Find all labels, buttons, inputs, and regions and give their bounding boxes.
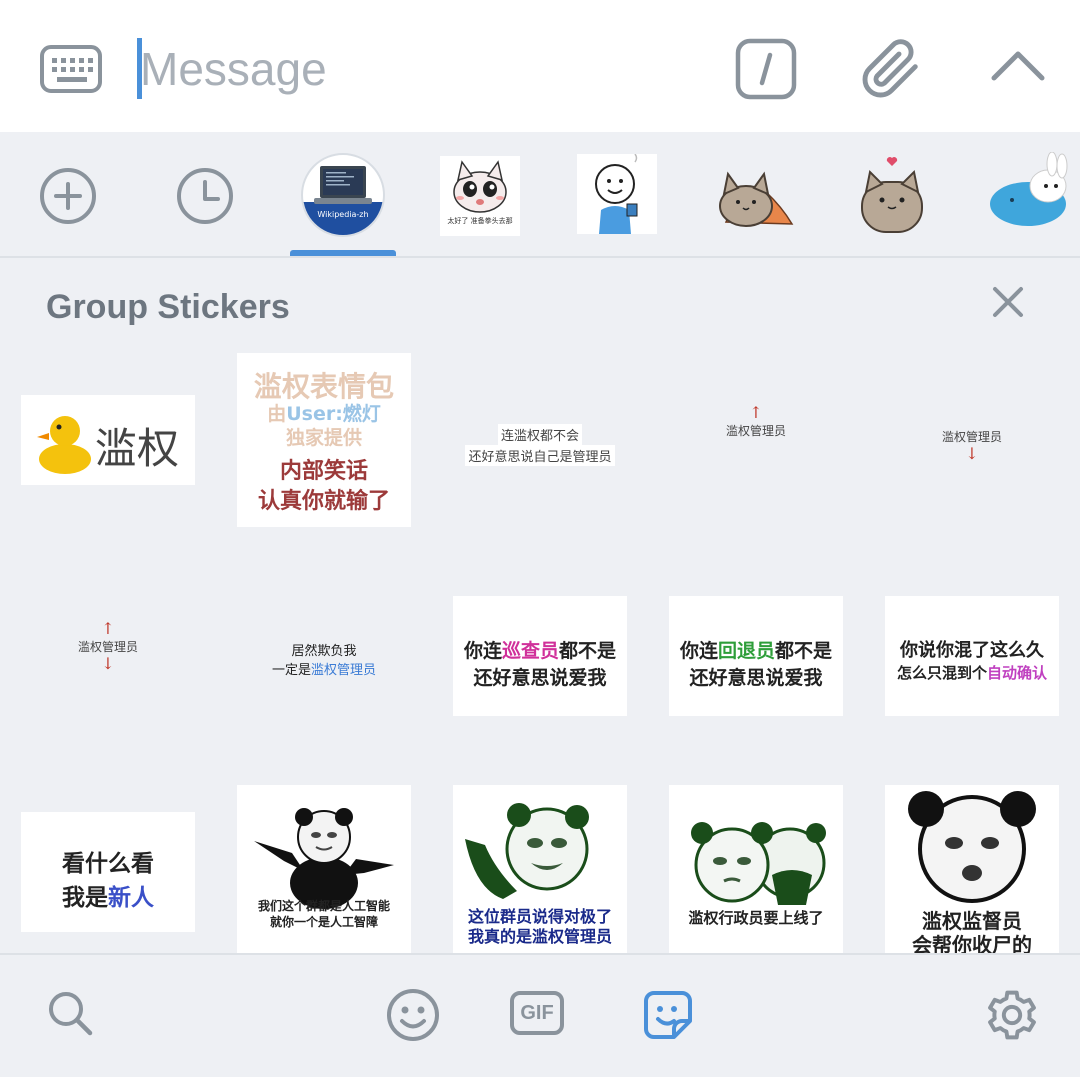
arrow-down-glyph: ↓ — [965, 444, 979, 463]
sticker-cant-abuse[interactable]: 连滥权都不会 还好意思说自己是管理员 — [453, 424, 627, 466]
group-stickers-tab[interactable]: Wikipedia-zh — [300, 152, 386, 238]
active-tab-indicator — [290, 250, 396, 256]
sticker-line: 我是新人 — [21, 878, 195, 912]
sticker-line: 怎么只混到个自动确认 — [885, 662, 1059, 683]
sticker-line: 我们这个群都是人工智能 — [257, 899, 390, 913]
sticker-line: 连滥权都不会 — [497, 424, 582, 445]
sticker-admin-arrow-up[interactable]: ↑ 滥权管理员 — [669, 404, 843, 439]
shocked-cat-sticker — [453, 160, 507, 213]
sticker-line: 你连巡查员都不是 — [453, 636, 627, 663]
sticker-line-part: 我是 — [62, 885, 108, 911]
sticker-autoconfirmed[interactable]: 你说你混了这么久 怎么只混到个自动确认 — [885, 596, 1059, 716]
sticker-line: 看什么看 — [62, 851, 154, 877]
sticker-line: 会帮你收尸的 — [912, 933, 1032, 953]
sticker-line: 滥权管理员 — [725, 424, 786, 438]
cat-sticker-caption: 太好了 准备拳头去那 — [447, 217, 513, 225]
sticker-line: 我真的是滥权管理员 — [467, 927, 612, 946]
sticker-patroller[interactable]: 你连巡查员都不是 还好意思说爱我 — [453, 596, 627, 716]
chevron-up-icon[interactable] — [988, 46, 1048, 91]
plus-circle-icon — [40, 168, 96, 224]
sticker-lanquan-pack-credit[interactable]: 滥权表情包 由User:燃灯 独家提供 内部笑话 认真你就输了 — [237, 353, 411, 527]
sticker-line: 内部笑话 — [279, 459, 368, 484]
sticker-bullied[interactable]: 居然欺负我 一定是滥权管理员 — [237, 640, 411, 678]
message-bar: Message — [0, 0, 1080, 132]
sticker-line-part: 巡查员 — [501, 640, 559, 662]
sticker-line-part: 你连 — [463, 640, 502, 662]
rubber-duck-image — [37, 416, 91, 474]
sticker-line-part: 一定是 — [271, 663, 311, 678]
pusheen-cape-pack-tab[interactable] — [712, 152, 796, 236]
gear-icon[interactable] — [984, 987, 1040, 1048]
search-icon[interactable] — [46, 989, 96, 1044]
sticker-panda-agree[interactable]: 这位群员说得对极了 我真的是滥权管理员 — [453, 785, 627, 953]
gif-label: GIF — [520, 1002, 554, 1024]
emoji-panel-bottom-bar: GIF — [0, 953, 1080, 1077]
panda-meme-image — [254, 808, 394, 909]
sticker-line-part: 由 — [267, 403, 287, 425]
sticker-line: 还好意思说爱我 — [689, 667, 823, 689]
sticker-line: 独家提供 — [285, 427, 362, 449]
arrow-up-glyph: ↑ — [749, 403, 763, 422]
active-pack-label: Wikipedia-zh — [317, 210, 369, 219]
close-icon[interactable] — [990, 284, 1026, 325]
cat-pack-tab[interactable]: 太好了 准备拳头去那 — [440, 156, 520, 236]
doodle-pack-tab[interactable] — [577, 153, 657, 234]
sticker-line-part: User:燃灯 — [286, 403, 381, 425]
sticker-line: 滥权行政员要上线了 — [688, 909, 824, 927]
sticker-line-part: 你连 — [679, 640, 718, 662]
sticker-line: 一定是滥权管理员 — [237, 659, 411, 678]
sticker-newbie[interactable]: 看什么看 我是新人 — [21, 812, 195, 932]
sticker-line: 滥权管理员 — [77, 640, 138, 654]
sticker-pack-tabs: Wikipedia-zh 太好了 准备拳头去那 — [0, 132, 1080, 258]
sticker-panda-overseer[interactable]: 滥权监督员 会帮你收尸的 — [885, 785, 1059, 953]
sticker-duck-lanquan[interactable]: 滥权 — [21, 395, 195, 485]
clock-icon — [177, 168, 233, 224]
message-input[interactable]: Message — [140, 42, 327, 96]
pusheen-heart-pack-tab[interactable] — [852, 152, 932, 236]
sticker-line: 就你一个是人工智障 — [269, 915, 378, 929]
sticker-icon[interactable] — [640, 987, 696, 1048]
sticker-line: 你连回退员都不是 — [669, 636, 843, 663]
slash-command-icon[interactable] — [735, 38, 797, 105]
sticker-line: 还好意思说自己是管理员 — [465, 445, 615, 466]
arrow-up-glyph: ↑ — [101, 619, 115, 638]
sticker-line: 认真你就输了 — [257, 489, 390, 514]
sticker-line: 还好意思说爱我 — [473, 667, 607, 689]
emoji-icon[interactable] — [385, 987, 441, 1048]
sticker-text: 滥权 — [95, 424, 180, 473]
sticker-line-part: 回退员 — [717, 640, 775, 662]
sticker-line-part: 都不是 — [775, 640, 833, 662]
recent-tab[interactable] — [163, 154, 247, 238]
arrow-down-glyph: ↓ — [101, 654, 115, 673]
sticker-line-part: 滥权管理员 — [311, 663, 377, 678]
bunny-whale-sticker — [990, 151, 1068, 226]
sticker-admin-arrows[interactable]: ↑ 滥权管理员 ↓ — [21, 620, 195, 673]
sticker-line: 滥权管理员 — [941, 430, 1002, 444]
sticker-line: 你说你混了这么久 — [900, 640, 1044, 661]
keyboard-icon[interactable] — [40, 45, 102, 98]
sticker-line-part: 都不是 — [559, 640, 617, 662]
section-title: Group Stickers — [46, 288, 290, 326]
pusheen-heart-sticker — [861, 157, 923, 233]
gif-button[interactable]: GIF — [510, 989, 570, 1039]
sticker-panda-ai[interactable]: 我们这个群都是人工智能 就你一个是人工智障 — [237, 785, 411, 953]
sticker-rollbacker[interactable]: 你连回退员都不是 还好意思说爱我 — [669, 596, 843, 716]
panda-meme-image — [465, 803, 589, 899]
wikipedia-laptop-pack-icon — [301, 153, 385, 237]
bunny-pack-tab[interactable] — [988, 151, 1080, 236]
sticker-line: 由User:燃灯 — [237, 399, 411, 426]
sticker-line-part: 怎么只混到个 — [896, 664, 987, 682]
sticker-line: 居然欺负我 — [291, 644, 357, 659]
doodle-man-mug-sticker — [595, 153, 638, 234]
paperclip-icon[interactable] — [860, 38, 922, 105]
add-pack-tab[interactable] — [26, 154, 110, 238]
sticker-line-part: 自动确认 — [987, 664, 1048, 682]
sticker-line-part: 新人 — [108, 885, 154, 911]
sticker-panda-bureaucrat[interactable]: 滥权行政员要上线了 — [669, 785, 843, 953]
panda-meme-image — [908, 791, 1036, 903]
pusheen-cape-sticker — [719, 171, 794, 227]
sticker-admin-arrow-down[interactable]: 滥权管理员 ↓ — [885, 428, 1059, 463]
